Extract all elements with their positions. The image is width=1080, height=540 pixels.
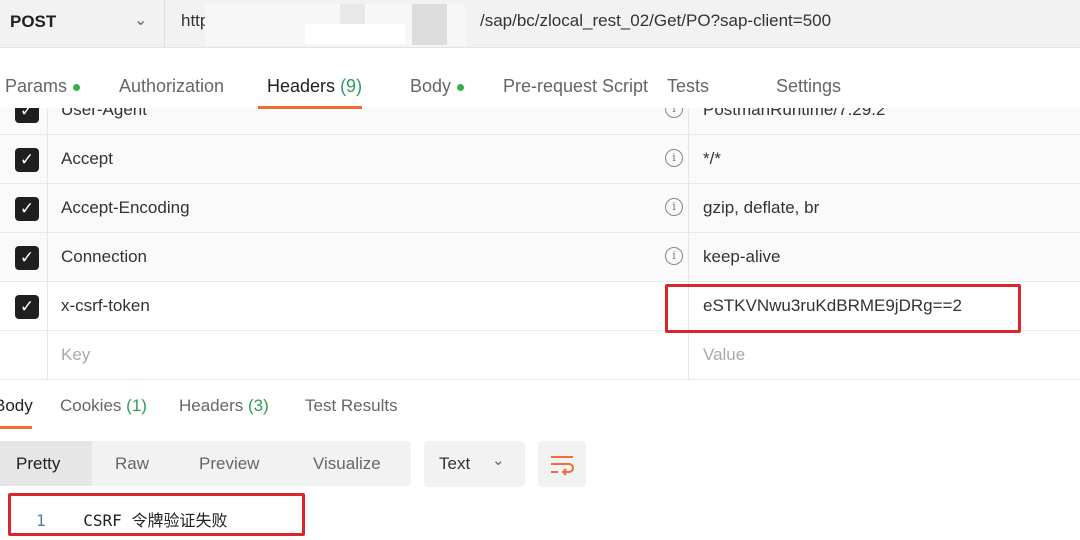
header-value[interactable]: */* [703,149,721,169]
method-label: POST [10,12,57,31]
tab-params[interactable]: Params [5,76,81,97]
view-mode-segmented: Pretty Raw Preview Visualize [0,441,411,486]
chevron-down-icon: ⌄ [492,452,505,469]
url-path[interactable]: /sap/bc/zlocal_rest_02/Get/PO?sap-client… [480,11,831,31]
view-pretty[interactable]: Pretty [16,454,60,474]
header-key[interactable]: Connection [61,247,147,267]
table-row: ✓ Accept-Encoding i gzip, deflate, br [0,184,1080,233]
key-input[interactable]: Key [61,345,90,365]
response-text: CSRF 令牌验证失败 [83,511,228,530]
header-key[interactable]: Accept [61,149,113,169]
format-label: Text [439,454,471,473]
response-body: 1 CSRF 令牌验证失败 [36,507,227,531]
highlight-box [665,284,1021,333]
header-key[interactable]: x-csrf-token [61,296,150,316]
checkbox[interactable]: ✓ [15,246,39,270]
view-visualize[interactable]: Visualize [313,454,381,474]
info-icon[interactable]: i [665,198,683,216]
wrap-lines-button[interactable] [538,441,586,487]
info-icon[interactable]: i [665,149,683,167]
active-tab-indicator [258,106,362,109]
request-tabs: Params Authorization Headers (9) Body Pr… [0,48,1080,109]
view-preview[interactable]: Preview [199,454,259,474]
line-number: 1 [36,511,46,530]
table-row: ✓ Accept i */* [0,135,1080,184]
tab-pre-request-script[interactable]: Pre-request Script [503,76,648,97]
method-select[interactable]: POST ⌄ [0,0,165,48]
checkbox[interactable]: ✓ [15,197,39,221]
checkbox[interactable]: ✓ [15,148,39,172]
view-raw[interactable]: Raw [115,454,149,474]
value-input[interactable]: Value [703,345,745,365]
tab-tests[interactable]: Tests [667,76,709,97]
header-key[interactable]: Accept-Encoding [61,198,190,218]
status-dot [457,83,465,91]
table-row-new: Key Value [0,331,1080,380]
tab-authorization[interactable]: Authorization [119,76,224,97]
tab-body[interactable]: Body [410,76,465,97]
header-value[interactable]: gzip, deflate, br [703,198,819,218]
tab-headers[interactable]: Headers (9) [267,76,362,97]
chevron-down-icon: ⌄ [134,12,148,29]
status-dot [73,83,81,91]
checkbox[interactable]: ✓ [15,295,39,319]
redacted-area [305,24,405,44]
redacted-area [412,4,447,45]
info-icon[interactable]: i [665,247,683,265]
tab-settings[interactable]: Settings [776,76,841,97]
tab-test-results[interactable]: Test Results [305,396,398,416]
tab-response-body[interactable]: Body [0,396,33,416]
active-tab-indicator [0,426,32,429]
url-bar: POST ⌄ http /sap/bc/zlocal_rest_02/Get/P… [0,0,1080,48]
header-value[interactable]: keep-alive [703,247,781,267]
table-row: ✓ Connection i keep-alive [0,233,1080,282]
format-select[interactable]: Text ⌄ [424,441,525,487]
tab-response-headers[interactable]: Headers (3) [179,396,269,416]
redacted-area [340,4,365,24]
tab-cookies[interactable]: Cookies (1) [60,396,147,416]
wrap-icon [551,456,574,476]
